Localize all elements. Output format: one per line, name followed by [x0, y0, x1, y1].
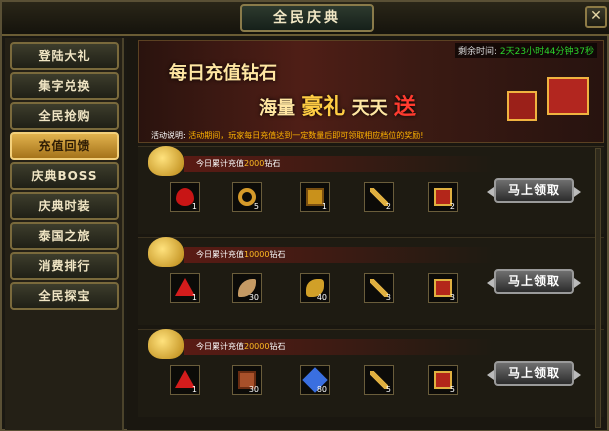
item-count: 30 [248, 385, 259, 394]
tier-requirement: 今日累计充值20000钻石 [196, 341, 285, 352]
tier-suffix: 钻石 [269, 250, 286, 259]
tier-amount: 2000 [244, 159, 265, 168]
event-window: 全民庆典 ✕ 登陆大礼 集字兑换 全民抢购 充值回馈 庆典BOSS 庆典时装 泰… [0, 0, 609, 431]
gift-box-icon [507, 91, 537, 121]
reward-tier-3: 今日累计充值20000钻石 1 30 80 5 5 马上领取 [138, 329, 604, 417]
sidebar-item-flash-sale[interactable]: 全民抢购 [10, 102, 119, 130]
item-count: 40 [316, 293, 327, 302]
tier-requirement: 今日累计充值2000钻石 [196, 158, 280, 169]
gift-box-large-icon [547, 77, 589, 115]
item-count: 3 [385, 293, 391, 302]
tier-prefix: 今日累计充值 [196, 342, 244, 351]
reward-slot[interactable]: 1 [170, 365, 200, 395]
reward-slot[interactable]: 2 [428, 182, 458, 212]
tier-amount: 20000 [244, 342, 270, 351]
item-count: 1 [321, 202, 327, 211]
gold-coin-pile-icon [148, 146, 184, 176]
item-count: 30 [248, 293, 259, 302]
item-count: 1 [191, 202, 197, 211]
reward-slot[interactable]: 1 [170, 273, 200, 303]
gold-coin-pile-icon [148, 237, 184, 267]
item-count: 5 [449, 385, 455, 394]
sidebar-item-festival-fashion[interactable]: 庆典时装 [10, 192, 119, 220]
reward-slot[interactable]: 1 [300, 182, 330, 212]
item-count: 3 [449, 293, 455, 302]
sidebar-item-login-gift[interactable]: 登陆大礼 [10, 42, 119, 70]
reward-slot[interactable]: 5 [364, 365, 394, 395]
item-count: 5 [253, 202, 259, 211]
reward-slot[interactable]: 30 [232, 365, 262, 395]
item-count: 1 [191, 293, 197, 302]
scrollbar[interactable] [595, 148, 601, 428]
tier-prefix: 今日累计充值 [196, 250, 244, 259]
reward-slot[interactable]: 1 [170, 182, 200, 212]
event-description: 活动说明: 活动期间，玩家每日充值达到一定数量后即可领取相应档位的奖励! [151, 130, 423, 141]
banner-text-d: 送 [393, 95, 416, 120]
claim-button[interactable]: 马上领取 [487, 178, 581, 203]
banner-text-a: 海量 [259, 98, 295, 119]
countdown-label: 剩余时间: [457, 47, 498, 57]
reward-slot[interactable]: 80 [300, 365, 330, 395]
window-title: 全民庆典 [240, 4, 374, 32]
reward-slot[interactable]: 30 [232, 273, 262, 303]
claim-button[interactable]: 马上领取 [487, 361, 581, 386]
tier-prefix: 今日累计充值 [196, 159, 244, 168]
banner-headline: 每日充值钻石 [169, 63, 277, 84]
desc-label: 活动说明: [151, 131, 186, 140]
claim-button[interactable]: 马上领取 [487, 269, 581, 294]
reward-slot[interactable]: 5 [232, 182, 262, 212]
desc-text: 活动期间，玩家每日充值达到一定数量后即可领取相应档位的奖励! [188, 131, 424, 140]
sidebar-item-treasure-hunt[interactable]: 全民探宝 [10, 282, 119, 310]
event-banner: 每日充值钻石 海量 豪礼 天天 送 剩余时间: 2天23小时44分钟37秒 活动… [138, 40, 604, 143]
reward-tier-2: 今日累计充值10000钻石 1 30 40 3 3 马上领取 [138, 237, 604, 325]
countdown-value: 2天23小时44分钟37秒 [499, 47, 594, 57]
gold-coin-pile-icon [148, 329, 184, 359]
sidebar-item-word-exchange[interactable]: 集字兑换 [10, 72, 119, 100]
close-button[interactable]: ✕ [585, 6, 607, 28]
reward-slot[interactable]: 2 [364, 182, 394, 212]
sidebar: 登陆大礼 集字兑换 全民抢购 充值回馈 庆典BOSS 庆典时装 泰国之旅 消费排… [5, 38, 124, 430]
sidebar-item-thailand-trip[interactable]: 泰国之旅 [10, 222, 119, 250]
reward-slot[interactable]: 3 [428, 273, 458, 303]
tier-amount: 10000 [244, 250, 270, 259]
sidebar-item-recharge-reward[interactable]: 充值回馈 [10, 132, 119, 160]
banner-text-b: 豪礼 [301, 95, 346, 120]
sidebar-item-festival-boss[interactable]: 庆典BOSS [10, 162, 119, 190]
banner-text-c: 天天 [351, 98, 388, 119]
reward-slot[interactable]: 3 [364, 273, 394, 303]
reward-slot[interactable]: 40 [300, 273, 330, 303]
item-count: 5 [385, 385, 391, 394]
tier-suffix: 钻石 [269, 342, 286, 351]
item-count: 2 [385, 202, 391, 211]
item-count: 2 [449, 202, 455, 211]
reward-tier-1: 今日累计充值2000钻石 1 5 1 2 2 马上领取 [138, 146, 604, 234]
tier-requirement: 今日累计充值10000钻石 [196, 249, 285, 260]
banner-subheadline: 海量 豪礼 天天 送 [259, 89, 416, 121]
main-panel: 每日充值钻石 海量 豪礼 天天 送 剩余时间: 2天23小时44分钟37秒 活动… [127, 38, 607, 430]
item-count: 80 [316, 385, 327, 394]
sidebar-item-spending-rank[interactable]: 消费排行 [10, 252, 119, 280]
reward-slot[interactable]: 5 [428, 365, 458, 395]
tier-suffix: 钻石 [264, 159, 281, 168]
item-count: 1 [191, 385, 197, 394]
countdown: 剩余时间: 2天23小时44分钟37秒 [454, 43, 597, 58]
title-bar: 全民庆典 ✕ [2, 2, 609, 36]
